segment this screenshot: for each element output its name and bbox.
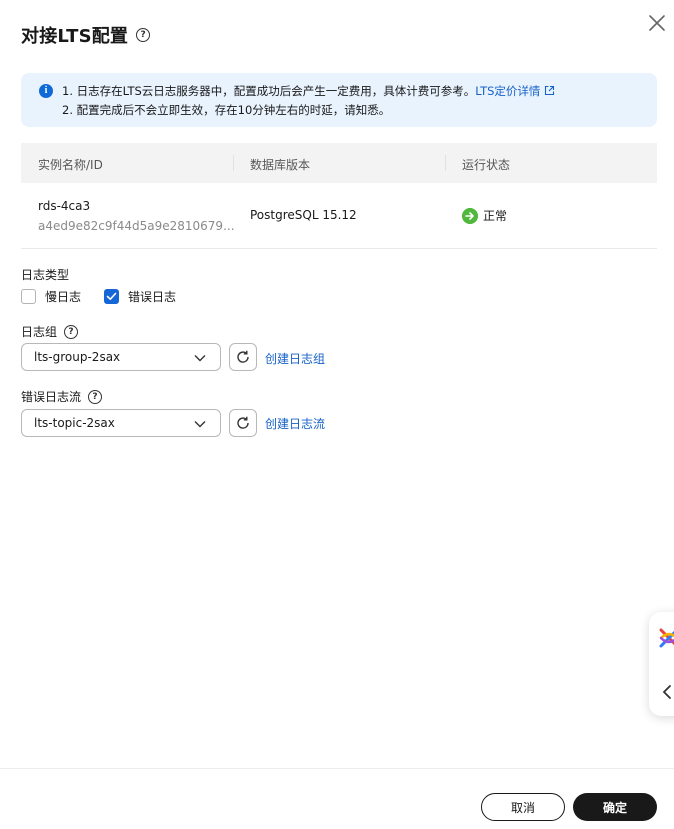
instance-name: rds-4ca3 bbox=[38, 199, 91, 213]
help-icon[interactable]: ? bbox=[88, 389, 103, 404]
log-stream-value: lts-topic-2sax bbox=[34, 416, 115, 430]
log-type-label-text: 日志类型 bbox=[21, 268, 70, 282]
chevron-down-icon bbox=[194, 355, 206, 362]
table-row: rds-4ca3 a4ed9e82c9f44d5a9e2810679... Po… bbox=[21, 183, 657, 249]
create-log-stream-link[interactable]: 创建日志流 bbox=[265, 415, 325, 432]
chevron-left-icon[interactable] bbox=[661, 684, 673, 700]
log-type-options: 慢日志 错误日志 bbox=[21, 288, 199, 305]
info-notice: i 1. 日志存在LTS云日志服务器中，配置成功后会产生一定费用，具体计费可参考… bbox=[21, 73, 657, 127]
help-icon[interactable]: ? bbox=[136, 28, 151, 42]
page-title: 对接LTS配置 bbox=[21, 26, 129, 47]
log-type-label: 日志类型 bbox=[21, 266, 69, 283]
column-divider bbox=[445, 155, 446, 171]
refresh-log-group-button[interactable] bbox=[229, 343, 257, 371]
help-icon[interactable]: ? bbox=[64, 324, 79, 339]
error-log-label: 错误日志 bbox=[128, 290, 177, 304]
refresh-log-stream-button[interactable] bbox=[229, 409, 257, 437]
status-badge: 正常 bbox=[462, 207, 507, 224]
confirm-button[interactable]: 确定 bbox=[573, 793, 657, 821]
column-header-status: 运行状态 bbox=[462, 158, 511, 172]
slow-log-checkbox[interactable]: 慢日志 bbox=[21, 288, 81, 305]
log-group-label-text: 日志组 bbox=[21, 325, 58, 339]
error-log-stream-label: 错误日志流 ? bbox=[21, 388, 103, 405]
footer-divider bbox=[0, 768, 674, 769]
notice-line-1: 1. 日志存在LTS云日志服务器中，配置成功后会产生一定费用，具体计费可参考。L… bbox=[62, 83, 555, 99]
column-header-version: 数据库版本 bbox=[250, 158, 311, 172]
lts-pricing-link[interactable]: LTS定价详情 bbox=[475, 84, 540, 98]
info-icon: i bbox=[39, 84, 53, 98]
notice-line-1-text: 1. 日志存在LTS云日志服务器中，配置成功后会产生一定费用，具体计费可参考。 bbox=[62, 84, 476, 98]
checkbox-box[interactable] bbox=[21, 289, 36, 304]
slow-log-label: 慢日志 bbox=[45, 290, 82, 304]
instance-id: a4ed9e82c9f44d5a9e2810679... bbox=[38, 219, 235, 233]
log-group-select[interactable]: lts-group-2sax bbox=[21, 343, 221, 371]
floating-assistant-panel bbox=[649, 612, 674, 716]
column-divider bbox=[233, 155, 234, 171]
table-header: 实例名称/ID 数据库版本 运行状态 bbox=[21, 143, 657, 183]
log-group-label: 日志组 ? bbox=[21, 323, 79, 340]
error-log-stream-label-text: 错误日志流 bbox=[21, 390, 82, 404]
refresh-icon bbox=[237, 416, 249, 429]
instance-table: 实例名称/ID 数据库版本 运行状态 rds-4ca3 a4ed9e82c9f4… bbox=[21, 143, 657, 249]
notice-line-2: 2. 配置完成后不会立即生效，存在10分钟左右的时延，请知悉。 bbox=[62, 103, 391, 117]
refresh-icon bbox=[237, 350, 249, 363]
checkbox-box-checked[interactable] bbox=[104, 289, 120, 304]
log-group-value: lts-group-2sax bbox=[34, 350, 121, 364]
column-header-instance: 实例名称/ID bbox=[38, 158, 103, 172]
error-log-checkbox[interactable]: 错误日志 bbox=[104, 288, 176, 305]
success-icon bbox=[462, 207, 478, 224]
log-stream-select[interactable]: lts-topic-2sax bbox=[21, 409, 221, 437]
db-version: PostgreSQL 15.12 bbox=[250, 208, 357, 222]
cancel-button[interactable]: 取消 bbox=[481, 793, 565, 821]
checkmark-icon bbox=[106, 292, 117, 300]
close-icon[interactable] bbox=[647, 13, 667, 33]
create-log-group-link[interactable]: 创建日志组 bbox=[265, 350, 325, 367]
status-text: 正常 bbox=[483, 209, 508, 223]
assistant-logo-icon[interactable] bbox=[658, 627, 674, 649]
chevron-down-icon bbox=[194, 421, 206, 428]
dialog-title: 对接LTS配置 ? bbox=[21, 22, 151, 48]
external-link-icon[interactable] bbox=[544, 85, 555, 96]
